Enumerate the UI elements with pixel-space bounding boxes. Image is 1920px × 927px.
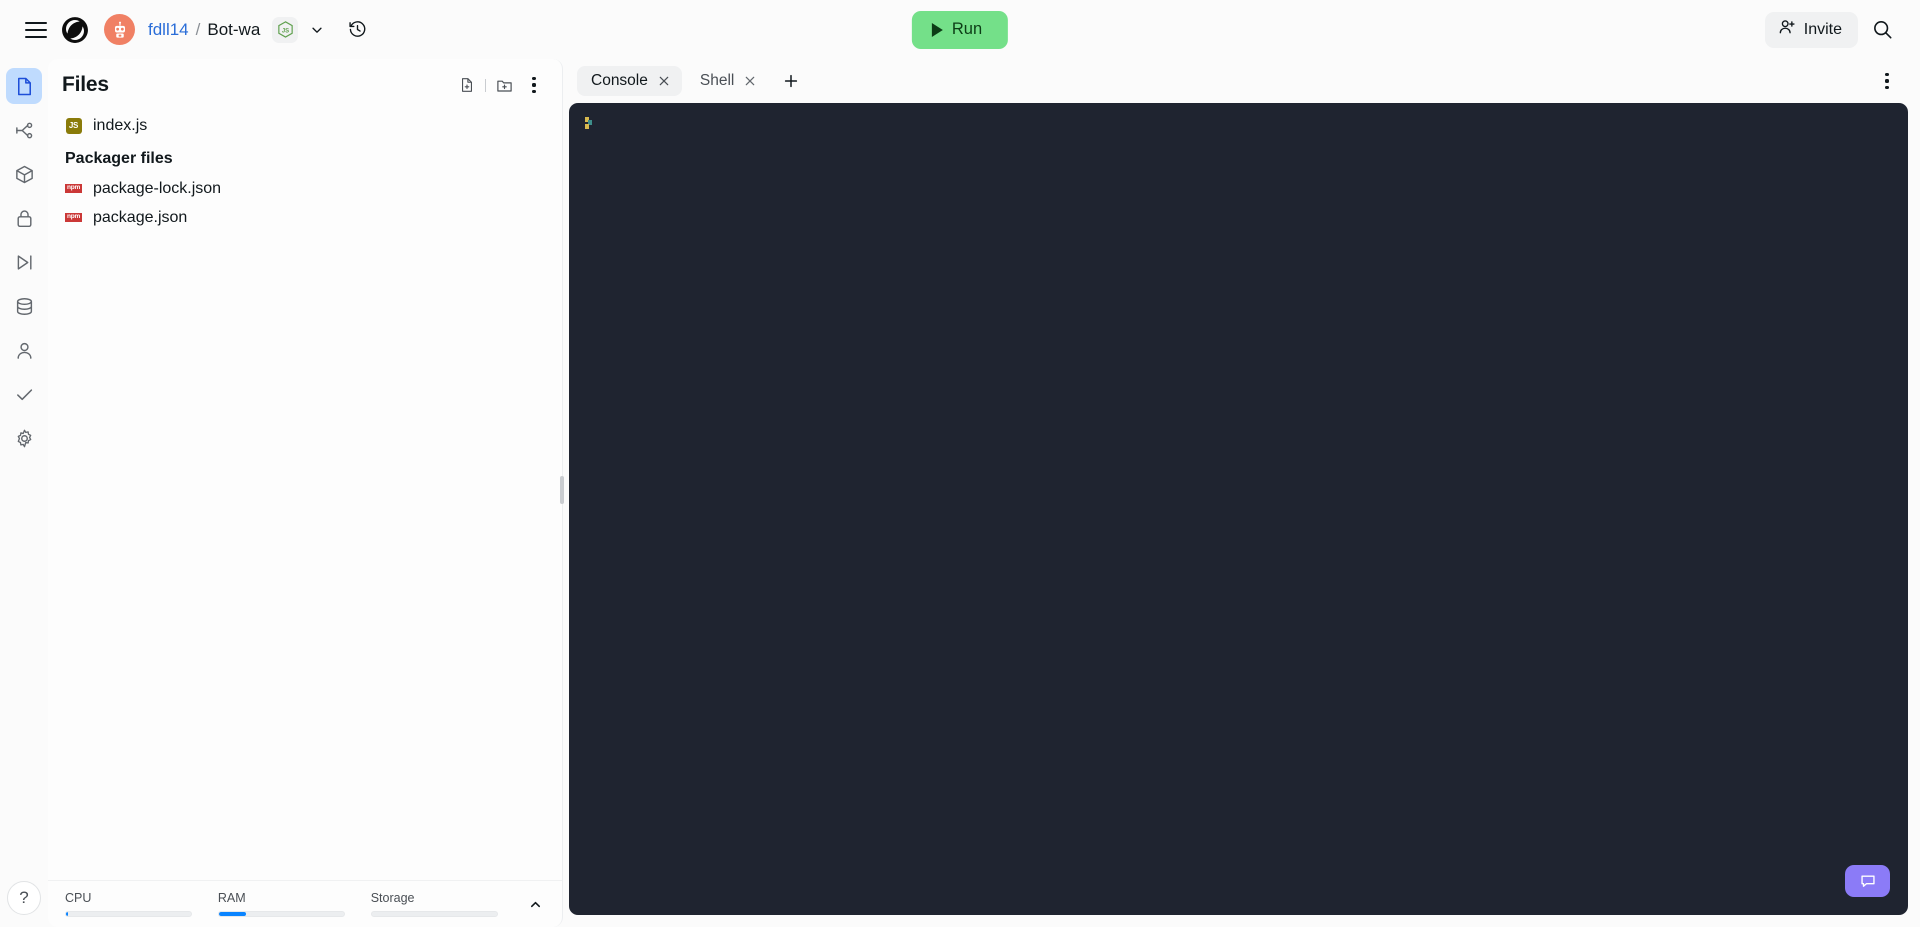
shell-prompt-icon (585, 117, 595, 129)
resource-fill (218, 912, 247, 916)
resource-meters: CPU RAM Storage (48, 880, 562, 927)
new-folder-icon[interactable] (490, 71, 518, 99)
files-kebab-menu-icon[interactable] (520, 71, 548, 99)
resource-fill (66, 912, 69, 916)
chat-bubble-icon[interactable] (1845, 865, 1890, 897)
chevron-down-icon[interactable] (301, 14, 333, 46)
run-button[interactable]: Run (911, 10, 1009, 49)
top-bar: fdll14 / Bot-wa JS Run Invite (0, 0, 1920, 59)
console-kebab-menu-icon[interactable] (1872, 66, 1902, 96)
breadcrumb-separator: / (195, 19, 201, 39)
resource-label: RAM (217, 891, 246, 905)
divider (485, 78, 486, 92)
person-add-icon (1778, 18, 1796, 41)
sidebar-item-version-control[interactable] (6, 112, 42, 148)
tab-shell[interactable]: Shell (686, 66, 768, 96)
invite-button[interactable]: Invite (1764, 11, 1858, 48)
npm-file-icon: npm (65, 213, 82, 222)
breadcrumb: fdll14 / Bot-wa (148, 20, 260, 40)
workspace-root: fdll14 / Bot-wa JS Run Invite ? Files JS… (0, 0, 1920, 927)
console-prompt-line (569, 113, 1908, 133)
sidebar-item-secrets[interactable] (6, 200, 42, 236)
replit-logo-icon[interactable] (60, 15, 90, 45)
sidebar-item-database[interactable] (6, 288, 42, 324)
resource-cpu: CPU (65, 891, 192, 917)
sidebar-item-checks[interactable] (6, 376, 42, 412)
resource-label: Storage (370, 891, 415, 905)
npm-file-icon: npm (65, 184, 82, 193)
resource-track (217, 911, 345, 917)
play-triangle-icon (931, 22, 943, 37)
left-rail: ? (0, 59, 48, 927)
file-name: index.js (93, 116, 148, 134)
js-file-icon: JS (65, 117, 82, 134)
console-panel: Console Shell (563, 59, 1920, 927)
list-item[interactable]: npm package.json (48, 203, 562, 232)
resource-storage: Storage (370, 891, 498, 917)
close-icon[interactable] (743, 74, 757, 88)
tab-console[interactable]: Console (577, 66, 682, 96)
chevron-up-icon[interactable] (524, 891, 548, 917)
help-button[interactable]: ? (7, 881, 41, 915)
workspace-body: ? Files JS index.js Packager files npm p… (0, 59, 1920, 927)
plus-icon[interactable] (776, 66, 806, 96)
sidebar-item-authentication[interactable] (6, 332, 42, 368)
nodejs-icon[interactable]: JS (272, 16, 299, 43)
file-name: package-lock.json (93, 179, 222, 197)
close-icon[interactable] (657, 74, 671, 88)
files-panel: Files JS index.js Packager files npm pac… (48, 59, 564, 927)
tab-label: Console (591, 72, 648, 89)
rail-bottom: ? (7, 881, 41, 915)
page-title: Files (62, 73, 109, 96)
tab-label: Shell (699, 72, 735, 89)
sidebar-item-deployments[interactable] (6, 244, 42, 280)
console-output[interactable] (569, 103, 1908, 915)
robot-avatar-icon[interactable] (104, 14, 135, 45)
files-panel-actions (453, 71, 548, 99)
list-item[interactable]: npm package-lock.json (48, 174, 562, 203)
breadcrumb-owner[interactable]: fdll14 (148, 20, 189, 40)
resource-track (65, 911, 192, 917)
file-name: package.json (93, 208, 188, 226)
resource-track (370, 911, 498, 917)
invite-button-label: Invite (1803, 20, 1842, 38)
top-bar-left: fdll14 / Bot-wa JS (18, 12, 374, 48)
history-clock-icon[interactable] (340, 13, 374, 47)
hamburger-menu-icon[interactable] (18, 12, 54, 48)
top-bar-right: Invite (1764, 10, 1902, 50)
sidebar-item-files[interactable] (6, 68, 42, 104)
list-item[interactable]: JS index.js (48, 111, 562, 140)
svg-text:JS: JS (282, 28, 289, 34)
panel-resize-handle[interactable] (560, 475, 564, 504)
packager-files-group-title: Packager files (65, 150, 173, 167)
new-file-icon[interactable] (453, 71, 481, 99)
search-icon[interactable] (1862, 10, 1902, 50)
breadcrumb-repl-name[interactable]: Bot-wa (207, 20, 260, 40)
resource-ram: RAM (217, 891, 345, 917)
files-panel-header: Files (48, 59, 562, 105)
sidebar-item-packages[interactable] (6, 156, 42, 192)
file-list: JS index.js Packager files npm package-l… (48, 105, 562, 880)
sidebar-item-settings[interactable] (6, 420, 42, 456)
console-tab-bar: Console Shell (569, 59, 1908, 103)
run-button-label: Run (951, 20, 983, 38)
resource-label: CPU (65, 891, 92, 905)
